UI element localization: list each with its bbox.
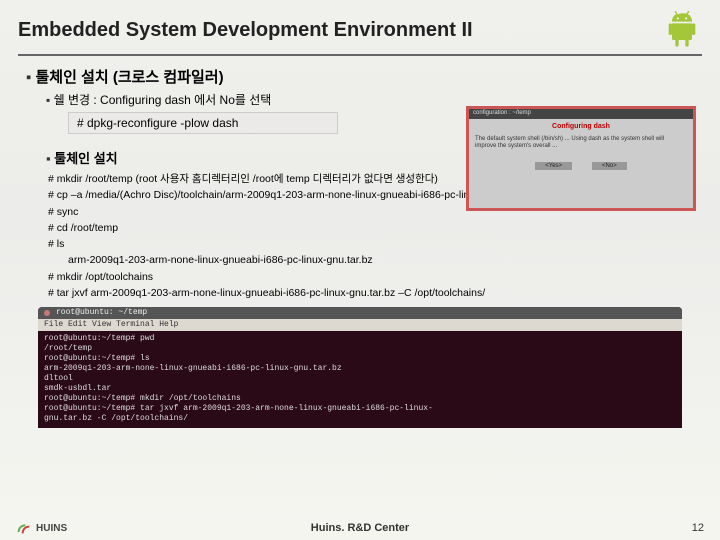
slide-title: Embedded System Development Environment … xyxy=(18,19,473,42)
dialog-titlebar: configuration : ~/temp xyxy=(469,109,693,119)
cmd-line: # mkdir /opt/toolchains xyxy=(48,269,702,285)
config-dash-dialog: configuration : ~/temp Configuring dash … xyxy=(466,106,696,211)
slide: Embedded System Development Environment … xyxy=(0,0,720,540)
sub-heading: 툴체인 설치 xyxy=(46,151,118,166)
section-heading: 툴체인 설치 (크로스 컴파일러) xyxy=(26,69,224,86)
term-line: gnu.tar.bz -C /opt/toolchains/ xyxy=(44,414,676,424)
dialog-heading: Configuring dash xyxy=(475,123,687,130)
footer-center: Huins. R&D Center xyxy=(0,522,720,534)
cmd-line: # tar jxvf arm-2009q1-203-arm-none-linux… xyxy=(48,285,702,301)
cmd-line: # ls xyxy=(48,236,702,252)
title-divider xyxy=(18,54,702,56)
dialog-buttons: <Yes> <No> xyxy=(475,162,687,170)
term-line: dltool xyxy=(44,374,676,384)
android-icon xyxy=(662,10,702,50)
term-line: smdk-usbdl.tar xyxy=(44,384,676,394)
page-number: 12 xyxy=(692,522,704,534)
sub-text: 쉘 변경 : Configuring dash 에서 No를 선택 xyxy=(46,93,271,107)
term-line: /root/temp xyxy=(44,344,676,354)
cmd-line: # cd /root/temp xyxy=(48,220,702,236)
terminal-screenshot: root@ubuntu: ~/temp File Edit View Termi… xyxy=(38,307,682,428)
cmd-output: arm-2009q1-203-arm-none-linux-gnueabi-i6… xyxy=(68,252,702,268)
content: configuration : ~/temp Configuring dash … xyxy=(18,66,702,428)
dialog-body: The default system shell (/bin/sh) ... U… xyxy=(475,136,687,150)
dialog-no-button[interactable]: <No> xyxy=(592,162,627,170)
terminal-menu: File Edit View Terminal Help xyxy=(38,319,682,331)
term-line: root@ubuntu:~/temp# ls xyxy=(44,354,676,364)
term-line: arm-2009q1-203-arm-none-linux-gnueabi-i6… xyxy=(44,364,676,374)
title-row: Embedded System Development Environment … xyxy=(18,10,702,50)
dialog-yes-button[interactable]: <Yes> xyxy=(535,162,572,170)
term-line: root@ubuntu:~/temp# mkdir /opt/toolchain… xyxy=(44,394,676,404)
term-line: root@ubuntu:~/temp# pwd xyxy=(44,334,676,344)
terminal-dot-icon xyxy=(44,310,50,316)
command-box-dpkg: # dpkg-reconfigure -plow dash xyxy=(68,112,338,134)
term-line: root@ubuntu:~/temp# tar jxvf arm-2009q1-… xyxy=(44,404,676,414)
terminal-title: root@ubuntu: ~/temp xyxy=(56,308,147,318)
terminal-titlebar: root@ubuntu: ~/temp xyxy=(38,307,682,319)
terminal-lines: root@ubuntu:~/temp# pwd /root/temp root@… xyxy=(38,331,682,428)
section-toolchain-install: 툴체인 설치 (크로스 컴파일러) xyxy=(26,66,702,87)
